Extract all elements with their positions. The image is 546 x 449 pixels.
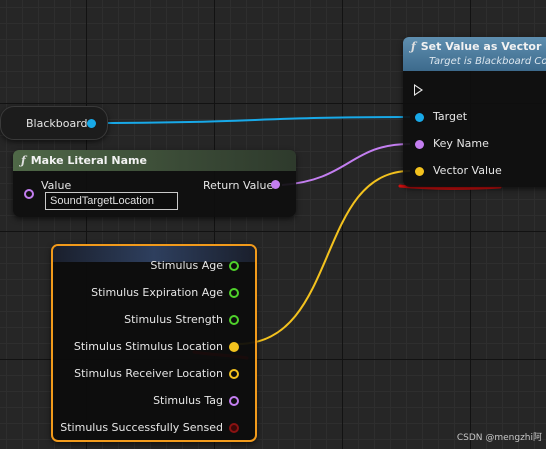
watermark-text: CSDN @mengzhi阿 [456,433,542,443]
stimulus-expiration-age-label: Stimulus Expiration Age [91,286,223,299]
make-literal-name-node[interactable]: ƒ Make Literal Name Value SoundTargetLoca… [13,150,296,217]
stimulus-age-pin-icon[interactable] [229,261,239,271]
return-value-pin-icon[interactable] [271,180,280,189]
target-pin-icon[interactable] [415,113,424,122]
exec-input-pin-icon[interactable] [414,84,423,96]
return-value-label: Return Value [203,179,274,192]
stimulus-successfully-sensed-pin-icon[interactable] [229,423,239,433]
set-value-subtitle: Target is Blackboard Co [429,56,546,67]
stimulus-tag-label: Stimulus Tag [153,394,223,407]
stimulus-successfully-sensed-label: Stimulus Successfully Sensed [60,421,223,434]
stimulus-receiver-location-label: Stimulus Receiver Location [74,367,223,380]
stimulus-location-pin-icon[interactable] [229,342,239,352]
vector-value-pin-icon[interactable] [415,167,424,176]
blackboard-label: Blackboard [26,117,88,130]
set-value-title: Set Value as Vector [420,40,542,53]
key-name-pin-label: Key Name [433,137,489,150]
key-name-pin-icon[interactable] [415,140,424,149]
stimulus-strength-label: Stimulus Strength [124,313,223,326]
blueprint-graph-canvas[interactable]: Blackboard ƒ Make Literal Name Value Soun… [0,0,546,449]
make-literal-name-title: Make Literal Name [30,154,147,167]
stimulus-expiration-age-pin-icon[interactable] [229,288,239,298]
value-input-label: Value [41,179,72,192]
set-value-header: ƒ Set Value as Vector Target is Blackboar… [403,37,546,71]
stimulus-strength-pin-icon[interactable] [229,315,239,325]
target-pin-label: Target [433,110,468,123]
literal-name-value-input[interactable]: SoundTargetLocation [45,192,178,210]
set-value-as-vector-node[interactable]: ƒ Set Value as Vector Target is Blackboar… [403,37,546,187]
function-icon: ƒ [21,154,26,167]
blackboard-variable-node[interactable]: Blackboard [0,106,108,140]
stimulus-location-label: Stimulus Stimulus Location [73,340,223,353]
function-icon: ƒ [411,40,416,53]
object-pin-icon[interactable] [87,119,96,128]
wire-return-value-to-key-name[interactable] [281,143,411,186]
break-stimulus-node[interactable]: Stimulus Age Stimulus Expiration Age Sti… [51,244,257,442]
wire-blackboard-to-target[interactable] [95,116,411,124]
stimulus-age-label: Stimulus Age [150,259,223,272]
stimulus-receiver-location-pin-icon[interactable] [229,369,239,379]
value-input-pin-icon[interactable] [24,189,34,199]
make-literal-name-header: ƒ Make Literal Name [13,150,296,171]
stimulus-tag-pin-icon[interactable] [229,396,239,406]
vector-value-pin-label: Vector Value [433,164,502,177]
